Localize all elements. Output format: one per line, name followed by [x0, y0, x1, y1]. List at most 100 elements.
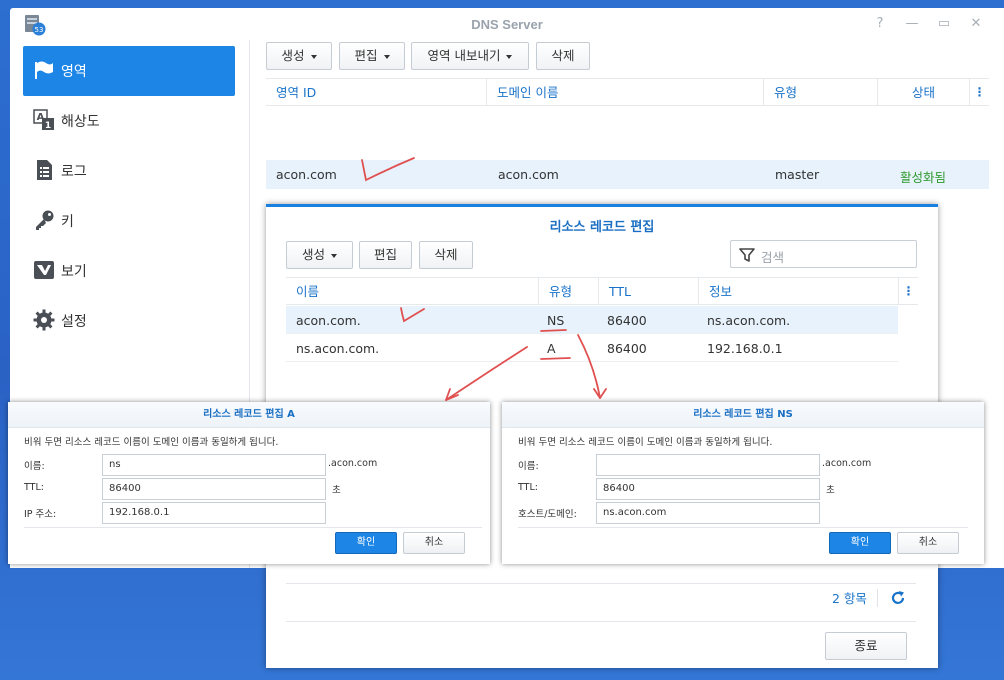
- sidebar-item-label: 로그: [61, 164, 87, 180]
- resolution-icon: A 1: [33, 109, 54, 131]
- dialog-title: 리소스 레코드 편집: [549, 220, 655, 235]
- chevron-down-icon: [506, 54, 513, 59]
- domain-cell: acon.com: [498, 167, 559, 182]
- ttl-unit: 초: [826, 485, 835, 496]
- hint-text: 비워 두면 리소스 레코드 이름이 도메인 이름과 동일하게 됩니다.: [24, 437, 279, 448]
- type-cell: master: [775, 167, 820, 182]
- name-field[interactable]: [596, 454, 820, 476]
- column-header-type[interactable]: 유형: [764, 79, 878, 106]
- svg-text:1: 1: [45, 121, 51, 131]
- export-zone-button[interactable]: 영역 내보내기: [411, 42, 529, 70]
- column-header-type[interactable]: 유형: [539, 278, 599, 305]
- column-header-name[interactable]: 이름: [286, 278, 539, 305]
- maximize-icon[interactable]: ▭: [936, 16, 952, 32]
- ttl-label: TTL:: [24, 482, 44, 493]
- count-divider: [877, 589, 878, 607]
- sidebar-item-settings[interactable]: 설정: [23, 296, 235, 346]
- edit-a-record-dialog: 리소스 레코드 편집 A 비워 두면 리소스 레코드 이름이 도메인 이름과 동…: [8, 402, 490, 564]
- ip-address-label: IP 주소:: [24, 509, 57, 520]
- chevron-down-icon: [331, 253, 337, 258]
- dialog-divider: [24, 527, 482, 528]
- table-row[interactable]: acon.com acon.com master 활성화됨: [266, 160, 989, 189]
- ttl-label: TTL:: [518, 482, 538, 493]
- column-header-status[interactable]: 상태: [878, 79, 970, 106]
- record-name-cell: acon.com.: [296, 313, 361, 328]
- close-icon[interactable]: ✕: [968, 16, 984, 32]
- name-label: 이름:: [518, 461, 539, 472]
- sidebar-item-resolution[interactable]: A 1 해상도: [23, 96, 235, 146]
- flag-icon: [35, 61, 53, 79]
- dialog-divider: [518, 527, 968, 528]
- gear-icon: [33, 309, 55, 331]
- sidebar-item-key[interactable]: 키: [23, 196, 235, 246]
- export-zone-label: 영역 내보내기: [427, 48, 501, 63]
- log-icon: [37, 160, 52, 180]
- cancel-button[interactable]: 취소: [897, 532, 959, 554]
- ttl-field[interactable]: 86400: [596, 478, 820, 500]
- ok-button[interactable]: 확인: [829, 532, 891, 554]
- minimize-icon[interactable]: —: [904, 16, 920, 32]
- record-ttl-cell: 86400: [607, 313, 647, 328]
- close-button[interactable]: 종료: [825, 632, 907, 660]
- footer-divider: [286, 583, 916, 584]
- window-title: DNS Server: [471, 17, 543, 32]
- sidebar-item-view[interactable]: 보기: [23, 246, 235, 296]
- rr-edit-button[interactable]: 편집: [359, 241, 412, 269]
- rr-delete-button[interactable]: 삭제: [419, 241, 473, 269]
- view-icon: [34, 261, 54, 279]
- record-name-cell: ns.acon.com.: [296, 341, 380, 356]
- help-icon[interactable]: ?: [872, 16, 888, 32]
- rr-table-header: 이름 유형 TTL 정보 ⋮: [286, 277, 918, 305]
- footer-divider: [286, 621, 916, 622]
- rr-create-label: 생성: [301, 247, 325, 262]
- sidebar-item-zone[interactable]: 영역: [23, 46, 235, 96]
- column-header-ttl[interactable]: TTL: [599, 278, 699, 305]
- host-domain-label: 호스트/도메인:: [518, 509, 577, 520]
- cancel-button[interactable]: 취소: [403, 532, 465, 554]
- record-count: 2 항목: [832, 591, 867, 606]
- hint-text: 비워 두면 리소스 레코드 이름이 도메인 이름과 동일하게 됩니다.: [518, 437, 773, 448]
- status-cell: 활성화됨: [900, 170, 947, 185]
- ip-address-field[interactable]: 192.168.0.1: [102, 502, 326, 524]
- sidebar-item-log[interactable]: 로그: [23, 146, 235, 196]
- record-ttl-cell: 86400: [607, 341, 647, 356]
- column-header-zone-id[interactable]: 영역 ID: [266, 79, 487, 106]
- sidebar-item-label: 해상도: [61, 114, 100, 130]
- column-header-domain[interactable]: 도메인 이름: [487, 79, 764, 106]
- sidebar-item-label: 키: [61, 214, 74, 230]
- chevron-down-icon: [310, 54, 317, 59]
- table-row[interactable]: acon.com. NS 86400 ns.acon.com.: [286, 306, 898, 334]
- column-menu-icon[interactable]: ⋮: [970, 79, 989, 106]
- close-button-label: 종료: [854, 638, 878, 653]
- zone-id-cell: acon.com: [276, 167, 337, 182]
- refresh-icon[interactable]: [889, 589, 907, 607]
- search-placeholder: 검색: [761, 250, 785, 265]
- filter-icon: [739, 248, 755, 262]
- create-button[interactable]: 생성: [266, 42, 332, 70]
- dialog-title: 리소스 레코드 편집 NS: [502, 402, 984, 428]
- edit-ns-record-dialog: 리소스 레코드 편집 NS 비워 두면 리소스 레코드 이름이 도메인 이름과 …: [502, 402, 984, 564]
- ttl-field[interactable]: 86400: [102, 478, 326, 500]
- chevron-down-icon: [383, 54, 390, 59]
- edit-button[interactable]: 편집: [339, 42, 405, 70]
- column-header-info[interactable]: 정보: [699, 278, 899, 305]
- column-menu-icon[interactable]: ⋮: [899, 278, 918, 305]
- title-bar: 53 DNS Server ? — ▭ ✕: [10, 8, 1004, 40]
- record-type-cell: A: [547, 341, 556, 356]
- zone-table-header: 영역 ID 도메인 이름 유형 상태 ⋮: [266, 78, 989, 106]
- sidebar-item-label: 영역: [61, 64, 87, 80]
- search-input[interactable]: 검색: [730, 240, 917, 268]
- ttl-unit: 초: [332, 485, 341, 496]
- dialog-title: 리소스 레코드 편집 A: [8, 402, 490, 428]
- delete-button[interactable]: 삭제: [536, 42, 590, 70]
- table-row[interactable]: ns.acon.com. A 86400 192.168.0.1: [286, 334, 898, 362]
- rr-create-button[interactable]: 생성: [286, 241, 353, 269]
- key-icon: [36, 210, 54, 230]
- name-field[interactable]: ns: [102, 454, 326, 476]
- ok-button[interactable]: 확인: [335, 532, 397, 554]
- host-domain-field[interactable]: ns.acon.com: [596, 502, 820, 524]
- sidebar-item-label: 보기: [61, 264, 87, 280]
- record-info-cell: ns.acon.com.: [707, 313, 791, 328]
- edit-button-label: 편집: [354, 48, 378, 63]
- record-info-cell: 192.168.0.1: [707, 341, 783, 356]
